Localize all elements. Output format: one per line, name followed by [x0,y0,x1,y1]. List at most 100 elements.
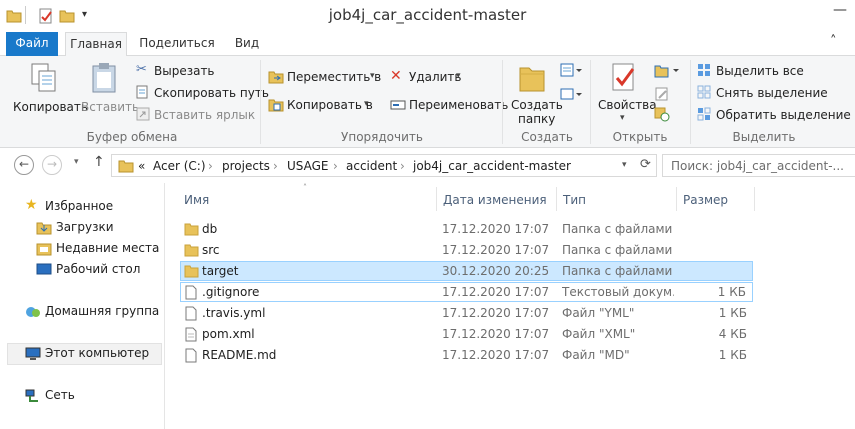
invert-selection-button[interactable]: Обратить выделение [697,106,851,124]
nav-favorites[interactable]: ★ Избранное [25,197,155,217]
breadcrumb-projects[interactable]: projects [222,159,270,173]
cut-button[interactable]: ✂ Вырезать [136,62,256,80]
paste-button[interactable]: Вставить [80,60,139,122]
folder-icon [184,244,199,257]
history-icon[interactable] [654,106,670,122]
file-name: target [202,264,239,278]
select-all-label: Выделить все [716,64,804,78]
nav-network[interactable]: Сеть [25,386,125,406]
rename-icon [390,100,406,110]
up-arrow-icon[interactable]: ↑ [93,154,105,170]
ribbon-tabs: Файл Главная Поделиться Вид ˄ [0,32,855,57]
new-group-label: Создать [521,130,573,144]
edit-icon[interactable] [654,86,670,102]
easy-access-icon[interactable] [560,86,582,102]
tab-home[interactable]: Главная [65,32,127,57]
sort-ascending-icon: ˄ [303,183,307,192]
copy-label: Копировать [13,100,88,114]
column-header-name[interactable]: Имя [184,193,209,207]
column-divider[interactable] [754,187,755,211]
back-arrow-icon[interactable]: ← [14,155,34,175]
file-row[interactable]: db 17.12.2020 17:07 Папка с файлами [180,219,753,239]
tab-view[interactable]: Вид [228,32,266,56]
column-divider[interactable] [676,187,677,211]
copy-button[interactable]: Копировать [10,60,88,122]
breadcrumb-overflow[interactable]: « [138,159,145,173]
column-header-size[interactable]: Размер [683,193,728,207]
minimize-button[interactable]: — [825,0,855,22]
breadcrumb-drive[interactable]: Acer (C:) [153,159,206,173]
copy-to-button[interactable]: Копировать в ▾ [268,96,380,116]
tab-share[interactable]: Поделиться [138,32,216,56]
folder-icon [118,160,134,173]
address-dropdown-icon[interactable]: ▾ [622,160,627,170]
delete-button[interactable]: ✕ Удалить ▾ [390,68,470,88]
address-bar[interactable]: « Acer (C:) › projects › USAGE › acciden… [111,154,657,177]
new-folder-button[interactable]: Создать папку [506,60,563,126]
address-row: ← → ▾ ↑ « Acer (C:) › projects › USAGE ›… [0,149,855,183]
column-divider[interactable] [436,187,437,211]
forward-arrow-icon[interactable]: → [42,155,62,175]
invert-selection-icon [697,107,711,121]
breadcrumb-usage[interactable]: USAGE [287,159,329,173]
file-size: 1 КБ [717,285,746,299]
file-name: README.md [202,348,277,362]
desktop-icon [36,263,52,275]
file-row-focused[interactable]: .gitignore 17.12.2020 17:07 Текстовый до… [180,282,753,302]
breadcrumb-separator-icon: › [273,159,278,173]
copy-to-dropdown-icon: ▾ [364,99,369,109]
nav-recent-places[interactable]: Недавние места [36,239,161,259]
file-row-selected[interactable]: target 30.12.2020 20:25 Папка с файлами [180,261,753,281]
rename-button[interactable]: Переименовать [390,96,508,116]
breadcrumb-current[interactable]: job4j_car_accident-master [413,159,571,173]
recent-locations-icon[interactable]: ▾ [74,157,79,167]
copy-path-button[interactable]: Скопировать путь [136,84,269,102]
nav-downloads[interactable]: Загрузки [36,218,156,238]
paste-shortcut-label: Вставить ярлык [154,108,256,122]
properties-button[interactable]: Свойства ▾ [594,60,657,126]
nav-this-pc[interactable]: Этот компьютер [25,344,160,364]
delete-label: Удалить [409,70,462,84]
move-folder-icon [268,71,284,84]
nav-desktop[interactable]: Рабочий стол [36,260,156,280]
nav-homegroup[interactable]: Домашняя группа [25,302,160,322]
file-row[interactable]: pom.xml 17.12.2020 17:07 Файл "XML" 4 КБ [180,324,753,344]
collapse-ribbon-icon[interactable]: ˄ [830,34,837,49]
open-icon[interactable] [654,64,680,78]
paste-label: Вставить [81,100,140,114]
tab-file[interactable]: Файл [6,32,58,56]
select-all-button[interactable]: Выделить все [697,62,807,80]
file-list: ˄ Имя Дата изменения Тип Размер db 17.12… [166,183,855,429]
copy-icon [31,63,56,92]
new-folder-label-line1: Создать [511,98,563,112]
folder-icon [184,265,199,278]
group-divider [590,60,591,144]
paste-shortcut-button[interactable]: Вставить ярлык [136,106,260,124]
column-header-type[interactable]: Тип [563,193,586,207]
breadcrumb-accident[interactable]: accident [346,159,397,173]
file-row[interactable]: .travis.yml 17.12.2020 17:07 Файл "YML" … [180,303,753,323]
select-none-button[interactable]: Снять выделение [697,84,828,102]
search-input[interactable]: Поиск: job4j_car_accident-... [662,154,855,177]
file-date: 17.12.2020 17:07 [442,222,550,236]
file-date: 17.12.2020 17:07 [442,348,550,362]
select-group-label: Выделить [732,130,796,144]
copy-path-icon [136,85,148,99]
refresh-icon[interactable]: ⟳ [640,157,651,172]
file-size: 1 КБ [718,348,747,362]
new-item-icon[interactable] [560,62,582,78]
recent-places-icon [36,243,52,256]
computer-icon [25,347,41,360]
file-type: Файл "XML" [562,327,636,341]
star-icon: ★ [25,197,38,213]
column-header-date[interactable]: Дата изменения [443,193,547,207]
file-row[interactable]: README.md 17.12.2020 17:07 Файл "MD" 1 К… [180,345,753,365]
scissors-icon: ✂ [136,62,147,77]
navigation-pane: ★ Избранное Загрузки Недавние места Рабо… [0,183,165,429]
file-size: 4 КБ [718,327,747,341]
move-to-button[interactable]: Переместить в ▾ [268,68,381,88]
file-row[interactable]: src 17.12.2020 17:07 Папка с файлами [180,240,753,260]
column-divider[interactable] [556,187,557,211]
file-date: 17.12.2020 17:07 [442,306,550,320]
delete-dropdown-icon: ▾ [456,71,461,81]
